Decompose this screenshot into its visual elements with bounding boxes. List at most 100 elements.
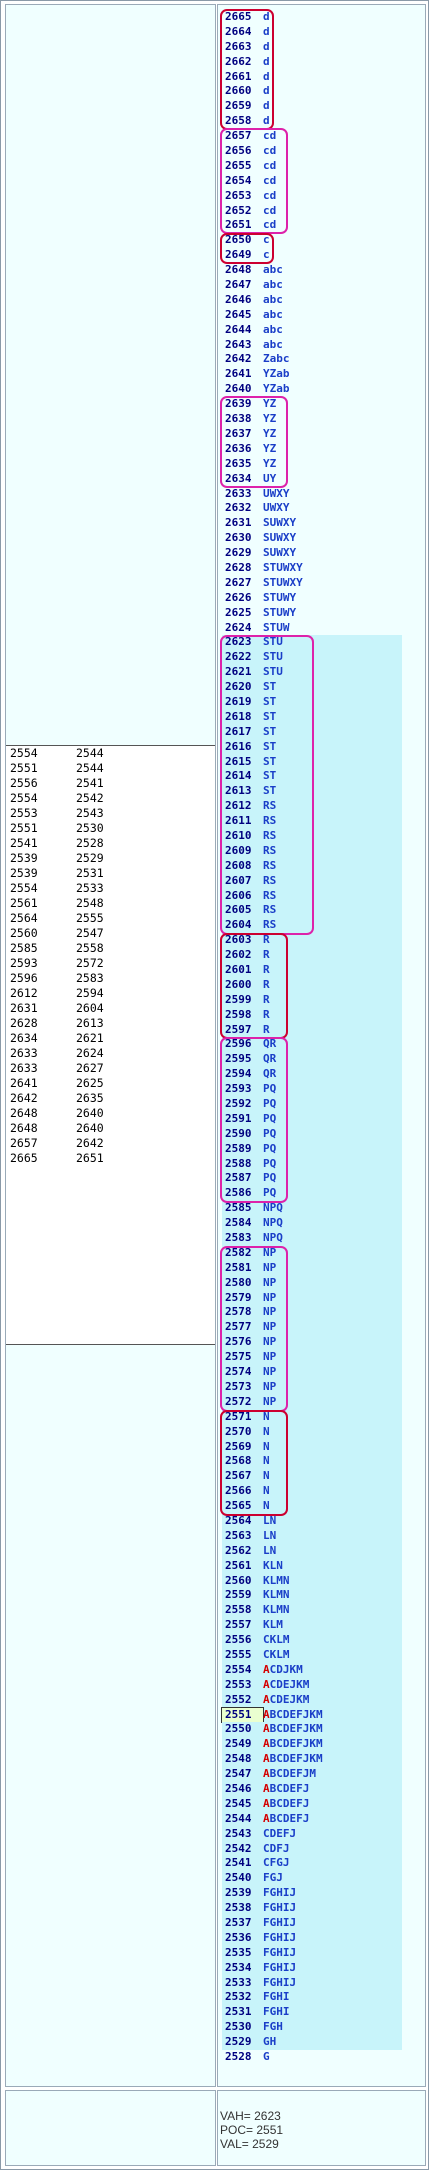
price-label: 2572 bbox=[225, 1394, 252, 1408]
price-label: 2632 bbox=[225, 501, 252, 515]
low-cell: 2544 bbox=[76, 746, 104, 760]
profile-row: 2640 YZab bbox=[222, 382, 402, 397]
price-label: 2603 bbox=[225, 933, 252, 947]
profile-panel: 2665 d 2664 d 2663 d 2662 d 2661 d 2660 d 2659 d 2658 d… bbox=[217, 4, 426, 2087]
profile-row: 2538 FGHIJ bbox=[222, 1901, 402, 1916]
table-row: 2564 2555 bbox=[6, 911, 215, 926]
price-label: 2584 bbox=[225, 1216, 252, 1230]
low-cell: 2583 bbox=[76, 971, 104, 985]
profile-row: 2619 ST bbox=[222, 694, 402, 710]
profile-row: 2606 RS bbox=[222, 888, 402, 904]
tpo-letters: N bbox=[263, 1484, 270, 1498]
profile-row: 2649 c bbox=[222, 248, 402, 263]
price-label: 2615 bbox=[225, 754, 252, 768]
tpo-letters: R bbox=[263, 1007, 270, 1021]
price-label: 2546 bbox=[225, 1781, 252, 1795]
price-label: 2567 bbox=[225, 1469, 252, 1483]
profile-row: 2558 KLMN bbox=[222, 1603, 402, 1619]
price-label: 2611 bbox=[225, 814, 252, 828]
tpo-letters: FGJ bbox=[263, 1871, 283, 1885]
high-cell: 2657 bbox=[10, 1136, 38, 1150]
tpo-letters: cd bbox=[263, 129, 277, 143]
price-label: 2622 bbox=[225, 650, 252, 664]
profile-row: 2660 d bbox=[222, 84, 402, 99]
tpo-letters: PQ bbox=[263, 1097, 277, 1111]
profile-row: 2562 LN bbox=[222, 1543, 402, 1559]
price-label: 2539 bbox=[225, 1886, 252, 1900]
price-label: 2648 bbox=[225, 263, 252, 277]
price-label: 2637 bbox=[225, 426, 252, 440]
profile-row: 2548 ABCDEFJKM bbox=[222, 1752, 402, 1768]
price-label: 2624 bbox=[225, 620, 252, 634]
price-label: 2636 bbox=[225, 441, 252, 455]
profile-row: 2534 FGHIJ bbox=[222, 1960, 402, 1976]
price-label: 2586 bbox=[225, 1186, 252, 1200]
tpo-letters: N bbox=[263, 1424, 270, 1438]
price-label: 2574 bbox=[225, 1365, 252, 1379]
profile-row: 2593 PQ bbox=[222, 1082, 402, 1098]
profile-row: 2589 PQ bbox=[222, 1141, 402, 1157]
tpo-letters: STU bbox=[263, 650, 283, 664]
price-label: 2554 bbox=[225, 1662, 252, 1676]
price-label: 2628 bbox=[225, 560, 252, 574]
price-label: 2560 bbox=[225, 1573, 252, 1587]
profile-row: 2635 YZ bbox=[222, 457, 402, 472]
profile-row: 2651 cd bbox=[222, 218, 402, 233]
tpo-letters: abc bbox=[263, 337, 283, 351]
tpo-letters: R bbox=[263, 992, 270, 1006]
table-row: 2641 2625 bbox=[6, 1076, 215, 1091]
price-label: 2550 bbox=[225, 1722, 252, 1736]
price-label: 2578 bbox=[225, 1305, 252, 1319]
price-label: 2597 bbox=[225, 1022, 252, 1036]
tpo-letters: ST bbox=[263, 769, 277, 783]
high-cell: 2641 bbox=[10, 1076, 38, 1090]
low-cell: 2625 bbox=[76, 1076, 104, 1090]
price-label: 2543 bbox=[225, 1826, 252, 1840]
profile-row: 2616 ST bbox=[222, 739, 402, 755]
profile-row: 2560 KLMN bbox=[222, 1573, 402, 1589]
tpo-letters: ST bbox=[263, 680, 277, 694]
tpo-letters: ST bbox=[263, 739, 277, 753]
price-label: 2640 bbox=[225, 382, 252, 396]
tpo-letters: PQ bbox=[263, 1126, 277, 1140]
tpo-letters: c bbox=[263, 248, 270, 262]
profile-row: 2597 R bbox=[222, 1022, 402, 1038]
price-label: 2633 bbox=[225, 486, 252, 500]
profile-row: 2563 LN bbox=[222, 1528, 402, 1544]
profile-row: 2552 ACDEJKM bbox=[222, 1692, 402, 1708]
tpo-letters: d bbox=[263, 10, 270, 23]
tpo-letters: abc bbox=[263, 322, 283, 336]
tpo-letters: FGHIJ bbox=[263, 1886, 297, 1900]
profile-row: 2554 ACDJKM bbox=[222, 1662, 402, 1678]
tpo-letters: KLMN bbox=[263, 1588, 290, 1602]
profile-row: 2584 NPQ bbox=[222, 1216, 402, 1232]
profile-row: 2585 NPQ bbox=[222, 1201, 402, 1217]
high-cell: 2564 bbox=[10, 911, 38, 925]
price-label: 2614 bbox=[225, 769, 252, 783]
tpo-letters: YZab bbox=[263, 367, 290, 381]
profile-row: 2542 CDFJ bbox=[222, 1841, 402, 1857]
profile-row: 2571 N bbox=[222, 1409, 402, 1425]
tpo-letters: ABCDEFJKM bbox=[263, 1707, 323, 1721]
profile-row: 2591 PQ bbox=[222, 1111, 402, 1127]
price-label: 2651 bbox=[225, 218, 252, 232]
profile-row: 2529 GH bbox=[222, 2035, 402, 2051]
price-label: 2663 bbox=[225, 39, 252, 53]
profile-row: 2605 RS bbox=[222, 903, 402, 919]
table-row: 2556 2541 bbox=[6, 776, 215, 791]
footer-right: VAH= 2623 POC= 2551 VAL= 2529 bbox=[217, 2090, 426, 2166]
table-row: 2633 2624 bbox=[6, 1046, 215, 1061]
profile-row: 2618 ST bbox=[222, 709, 402, 725]
tpo-letters: NP bbox=[263, 1394, 277, 1408]
profile-row: 2622 STU bbox=[222, 650, 402, 666]
profile-row: 2544 ABCDEFJ bbox=[222, 1811, 402, 1827]
price-label: 2645 bbox=[225, 307, 252, 321]
tpo-letters: ST bbox=[263, 694, 277, 708]
price-label: 2617 bbox=[225, 724, 252, 738]
price-label: 2570 bbox=[225, 1424, 252, 1438]
price-label: 2612 bbox=[225, 799, 252, 813]
tpo-letters: d bbox=[263, 39, 270, 53]
price-label: 2638 bbox=[225, 412, 252, 426]
profile-row: 2590 PQ bbox=[222, 1126, 402, 1142]
tpo-letters: abc bbox=[263, 292, 283, 306]
